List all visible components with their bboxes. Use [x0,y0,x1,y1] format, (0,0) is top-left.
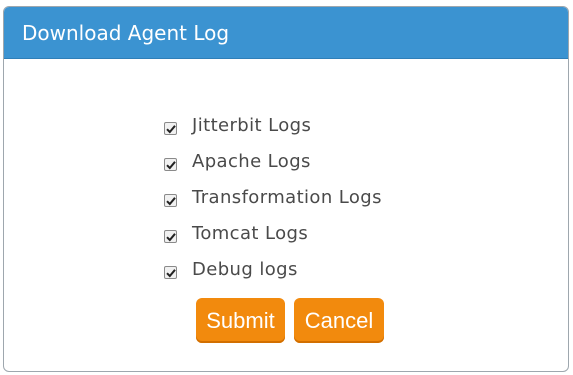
option-debug-logs[interactable]: Debug logs [164,251,382,287]
dialog-titlebar[interactable]: Download Agent Log [4,7,568,59]
checkmark-icon [166,268,176,277]
dialog-title: Download Agent Log [22,20,230,45]
option-jitterbit-logs[interactable]: Jitterbit Logs [164,107,382,143]
transformation-logs-checkbox[interactable] [164,193,177,207]
checkmark-icon [166,124,176,133]
debug-logs-checkbox[interactable] [164,265,177,279]
tomcat-logs-checkbox[interactable] [164,229,177,243]
apache-logs-checkbox[interactable] [164,157,177,171]
checkmark-icon [166,232,176,241]
option-transformation-logs[interactable]: Transformation Logs [164,179,382,215]
cancel-button[interactable]: Cancel [294,298,384,343]
dialog-buttons: Submit Cancel [196,298,384,343]
option-apache-logs[interactable]: Apache Logs [164,143,382,179]
checkmark-icon [166,196,176,205]
option-label: Jitterbit Logs [192,114,312,136]
jitterbit-logs-checkbox[interactable] [164,121,177,135]
checkmark-icon [166,160,176,169]
option-tomcat-logs[interactable]: Tomcat Logs [164,215,382,251]
download-agent-log-dialog: Download Agent Log Jitterbit Logs Apache… [3,6,569,372]
option-label: Apache Logs [192,150,311,172]
option-label: Tomcat Logs [192,222,309,244]
option-label: Transformation Logs [192,186,382,208]
option-label: Debug logs [192,258,298,280]
log-options: Jitterbit Logs Apache Logs Transformatio… [164,107,382,287]
submit-button[interactable]: Submit [196,298,285,343]
